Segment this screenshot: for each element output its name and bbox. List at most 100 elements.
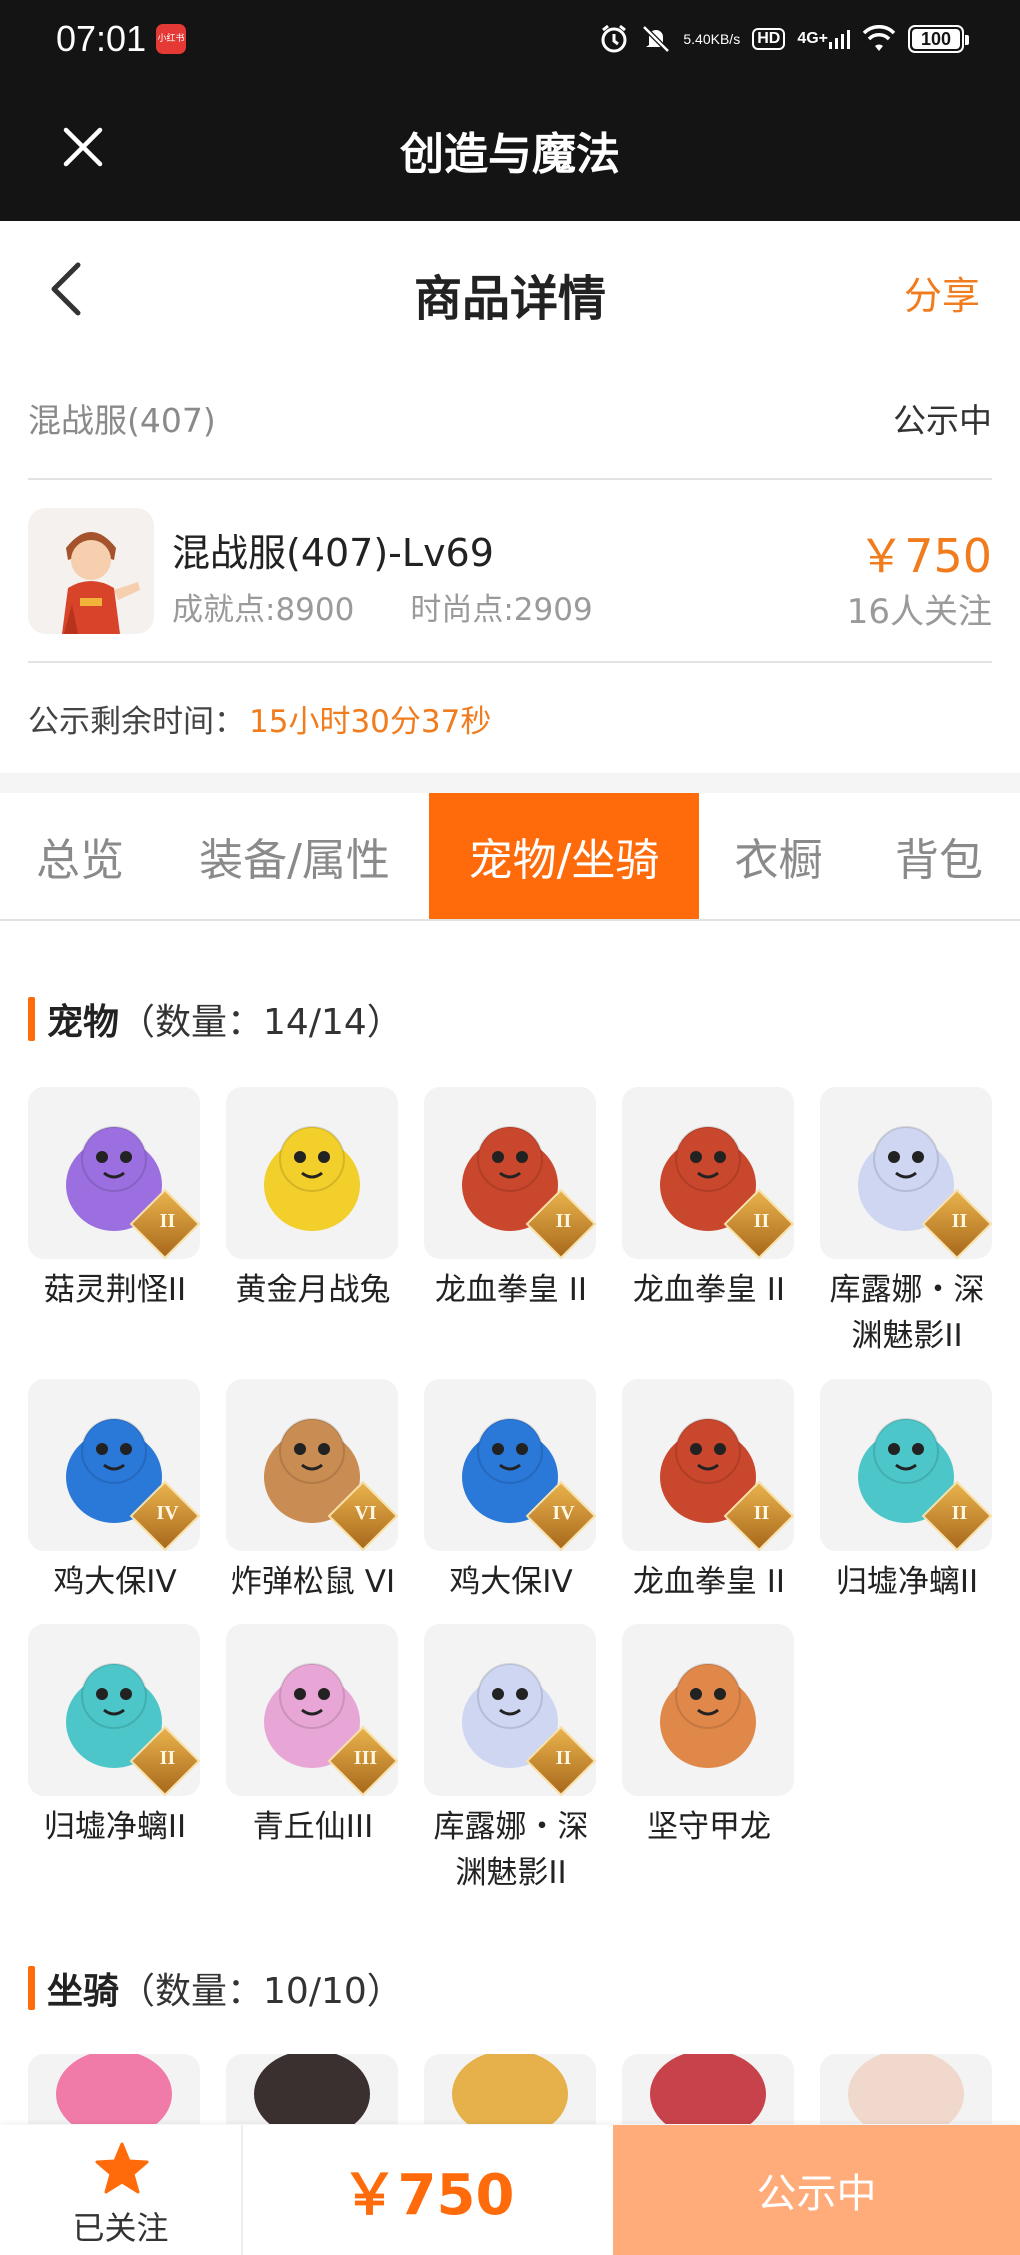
tier-label: II	[753, 1502, 770, 1525]
item-stats: 成就点:8900 时尚点:2909	[172, 584, 593, 629]
mount-card[interactable]	[226, 2054, 398, 2124]
pets-title: 宠物	[47, 1002, 120, 1043]
pet-name: 黄金月战兔	[235, 1272, 391, 1308]
mount-image	[650, 2054, 766, 2124]
wifi-icon	[862, 22, 896, 56]
pet-name: 龙血拳皇 II	[632, 1272, 786, 1308]
item-price: ￥750	[858, 529, 992, 583]
tab-wardrobe[interactable]: 衣橱	[711, 793, 846, 919]
top-bar: 07:01 小红书 5.40 KB/s HD 4G+ 100 创造与魔法	[0, 0, 1020, 221]
tab-overview[interactable]: 总览	[0, 793, 160, 919]
remaining-time-label: 公示剩余时间：	[28, 703, 245, 740]
pet-image: III	[226, 1624, 398, 1796]
bottom-action-bar: 已关注 ￥750 公示中	[0, 2125, 1020, 2255]
pet-name: 库露娜・深渊魅影II	[829, 1272, 985, 1354]
pet-image: II	[820, 1087, 992, 1259]
pet-card[interactable]: II 龙血拳皇 II	[622, 1379, 796, 1605]
pet-card[interactable]: II 菇灵荆怪II	[28, 1087, 202, 1313]
section-marker	[28, 997, 35, 1041]
pet-name: 坚守甲龙	[647, 1809, 771, 1845]
server-name: 混战服(407)	[28, 401, 216, 440]
share-button[interactable]: 分享	[904, 265, 980, 320]
pet-name: 龙血拳皇 II	[632, 1564, 786, 1600]
battery-level: 100	[920, 28, 952, 49]
bottom-price: ￥750	[341, 2162, 515, 2228]
pet-card[interactable]: II 库露娜・深渊魅影II	[424, 1624, 598, 1896]
pet-image	[226, 1087, 398, 1259]
mount-image	[254, 2054, 370, 2124]
status-bar: 07:01 小红书 5.40 KB/s HD 4G+ 100	[0, 0, 1020, 78]
status-time: 07:01	[56, 18, 147, 59]
hd-badge: HD	[752, 28, 786, 50]
battery-icon: 100	[908, 25, 969, 53]
net-speed: 5.40 KB/s	[683, 22, 740, 56]
pet-name: 归墟净螭II	[835, 1564, 979, 1600]
tier-label: IV	[156, 1502, 179, 1525]
mount-image	[848, 2054, 964, 2124]
tab-equipment[interactable]: 装备/属性	[172, 793, 417, 919]
pet-name: 鸡大保IV	[53, 1564, 177, 1600]
network-icon: 4G+	[797, 22, 850, 56]
pet-name: 归墟净螭II	[43, 1809, 187, 1845]
star-icon	[94, 2141, 150, 2197]
app-title: 创造与魔法	[400, 129, 620, 180]
tier-label: III	[353, 1747, 378, 1770]
pet-card[interactable]: VI 炸弹松鼠 VI	[226, 1379, 400, 1605]
tier-label: II	[159, 1747, 176, 1770]
pet-card[interactable]: II 归墟净螭II	[28, 1624, 202, 1850]
section-marker	[28, 1966, 35, 2010]
mute-bell-icon	[641, 22, 671, 56]
mount-card[interactable]	[28, 2054, 200, 2124]
server-status: 公示中	[893, 401, 992, 440]
mounts-grid	[28, 2054, 992, 2124]
net-speed-value: 5.40	[683, 30, 711, 47]
tier-label: VI	[354, 1502, 377, 1525]
page-header: 商品详情 分享	[0, 221, 1020, 356]
tab-backpack[interactable]: 背包	[858, 793, 1020, 919]
follow-label: 已关注	[72, 2209, 169, 2247]
pet-card[interactable]: IV 鸡大保IV	[424, 1379, 598, 1605]
item-summary[interactable]: 混战服(407)-Lv69 成就点:8900 时尚点:2909 ￥750 16人…	[28, 480, 992, 663]
pet-name: 菇灵荆怪II	[43, 1272, 187, 1308]
public-status-button[interactable]: 公示中	[613, 2125, 1020, 2255]
pet-card[interactable]: II 龙血拳皇 II	[424, 1087, 598, 1313]
tier-label: II	[753, 1210, 770, 1233]
mount-card[interactable]	[424, 2054, 596, 2124]
mount-card[interactable]	[622, 2054, 794, 2124]
pet-name: 库露娜・深渊魅影II	[433, 1809, 589, 1891]
mounts-count: （数量：10/10）	[119, 1971, 403, 2012]
section-divider	[0, 773, 1020, 793]
remaining-time-value: 15小时30分37秒	[249, 703, 492, 740]
item-name: 混战服(407)-Lv69	[172, 531, 494, 575]
pet-image: II	[28, 1087, 200, 1259]
pet-card[interactable]: III 青丘仙III	[226, 1624, 400, 1850]
tab-pets-mounts[interactable]: 宠物/坐骑	[429, 793, 699, 919]
mounts-title: 坐骑	[47, 1971, 120, 2012]
pet-card[interactable]: II 归墟净螭II	[820, 1379, 994, 1605]
tier-label: IV	[552, 1502, 575, 1525]
pet-image: II	[424, 1087, 596, 1259]
pet-image: II	[622, 1379, 794, 1551]
pet-card[interactable]: 黄金月战兔	[226, 1087, 400, 1313]
pets-section-title: 宠物 （数量：14/14）	[28, 993, 403, 1045]
follow-button[interactable]: 已关注	[0, 2125, 243, 2255]
app-notification-icon: 小红书	[156, 24, 186, 54]
pet-image: II	[424, 1624, 596, 1796]
pet-image	[622, 1624, 794, 1796]
pet-card[interactable]: 坚守甲龙	[622, 1624, 796, 1850]
character-avatar	[28, 508, 154, 634]
mount-card[interactable]	[820, 2054, 992, 2124]
tier-label: II	[555, 1747, 572, 1770]
pet-name: 炸弹松鼠 VI	[230, 1564, 396, 1600]
remaining-time: 公示剩余时间： 15小时30分37秒	[28, 663, 491, 773]
network-label: 4G+	[797, 30, 828, 47]
pet-card[interactable]: II 库露娜・深渊魅影II	[820, 1087, 994, 1359]
alarm-icon	[599, 22, 629, 56]
pet-card[interactable]: II 龙血拳皇 II	[622, 1087, 796, 1313]
detail-tabs: 总览 装备/属性 宠物/坐骑 衣橱 背包	[0, 793, 1020, 921]
pet-name: 青丘仙III	[252, 1809, 374, 1845]
pet-image: IV	[28, 1379, 200, 1551]
status-icons: 5.40 KB/s HD 4G+ 100	[599, 20, 969, 58]
server-row: 混战服(407) 公示中	[28, 356, 992, 480]
pet-card[interactable]: IV 鸡大保IV	[28, 1379, 202, 1605]
